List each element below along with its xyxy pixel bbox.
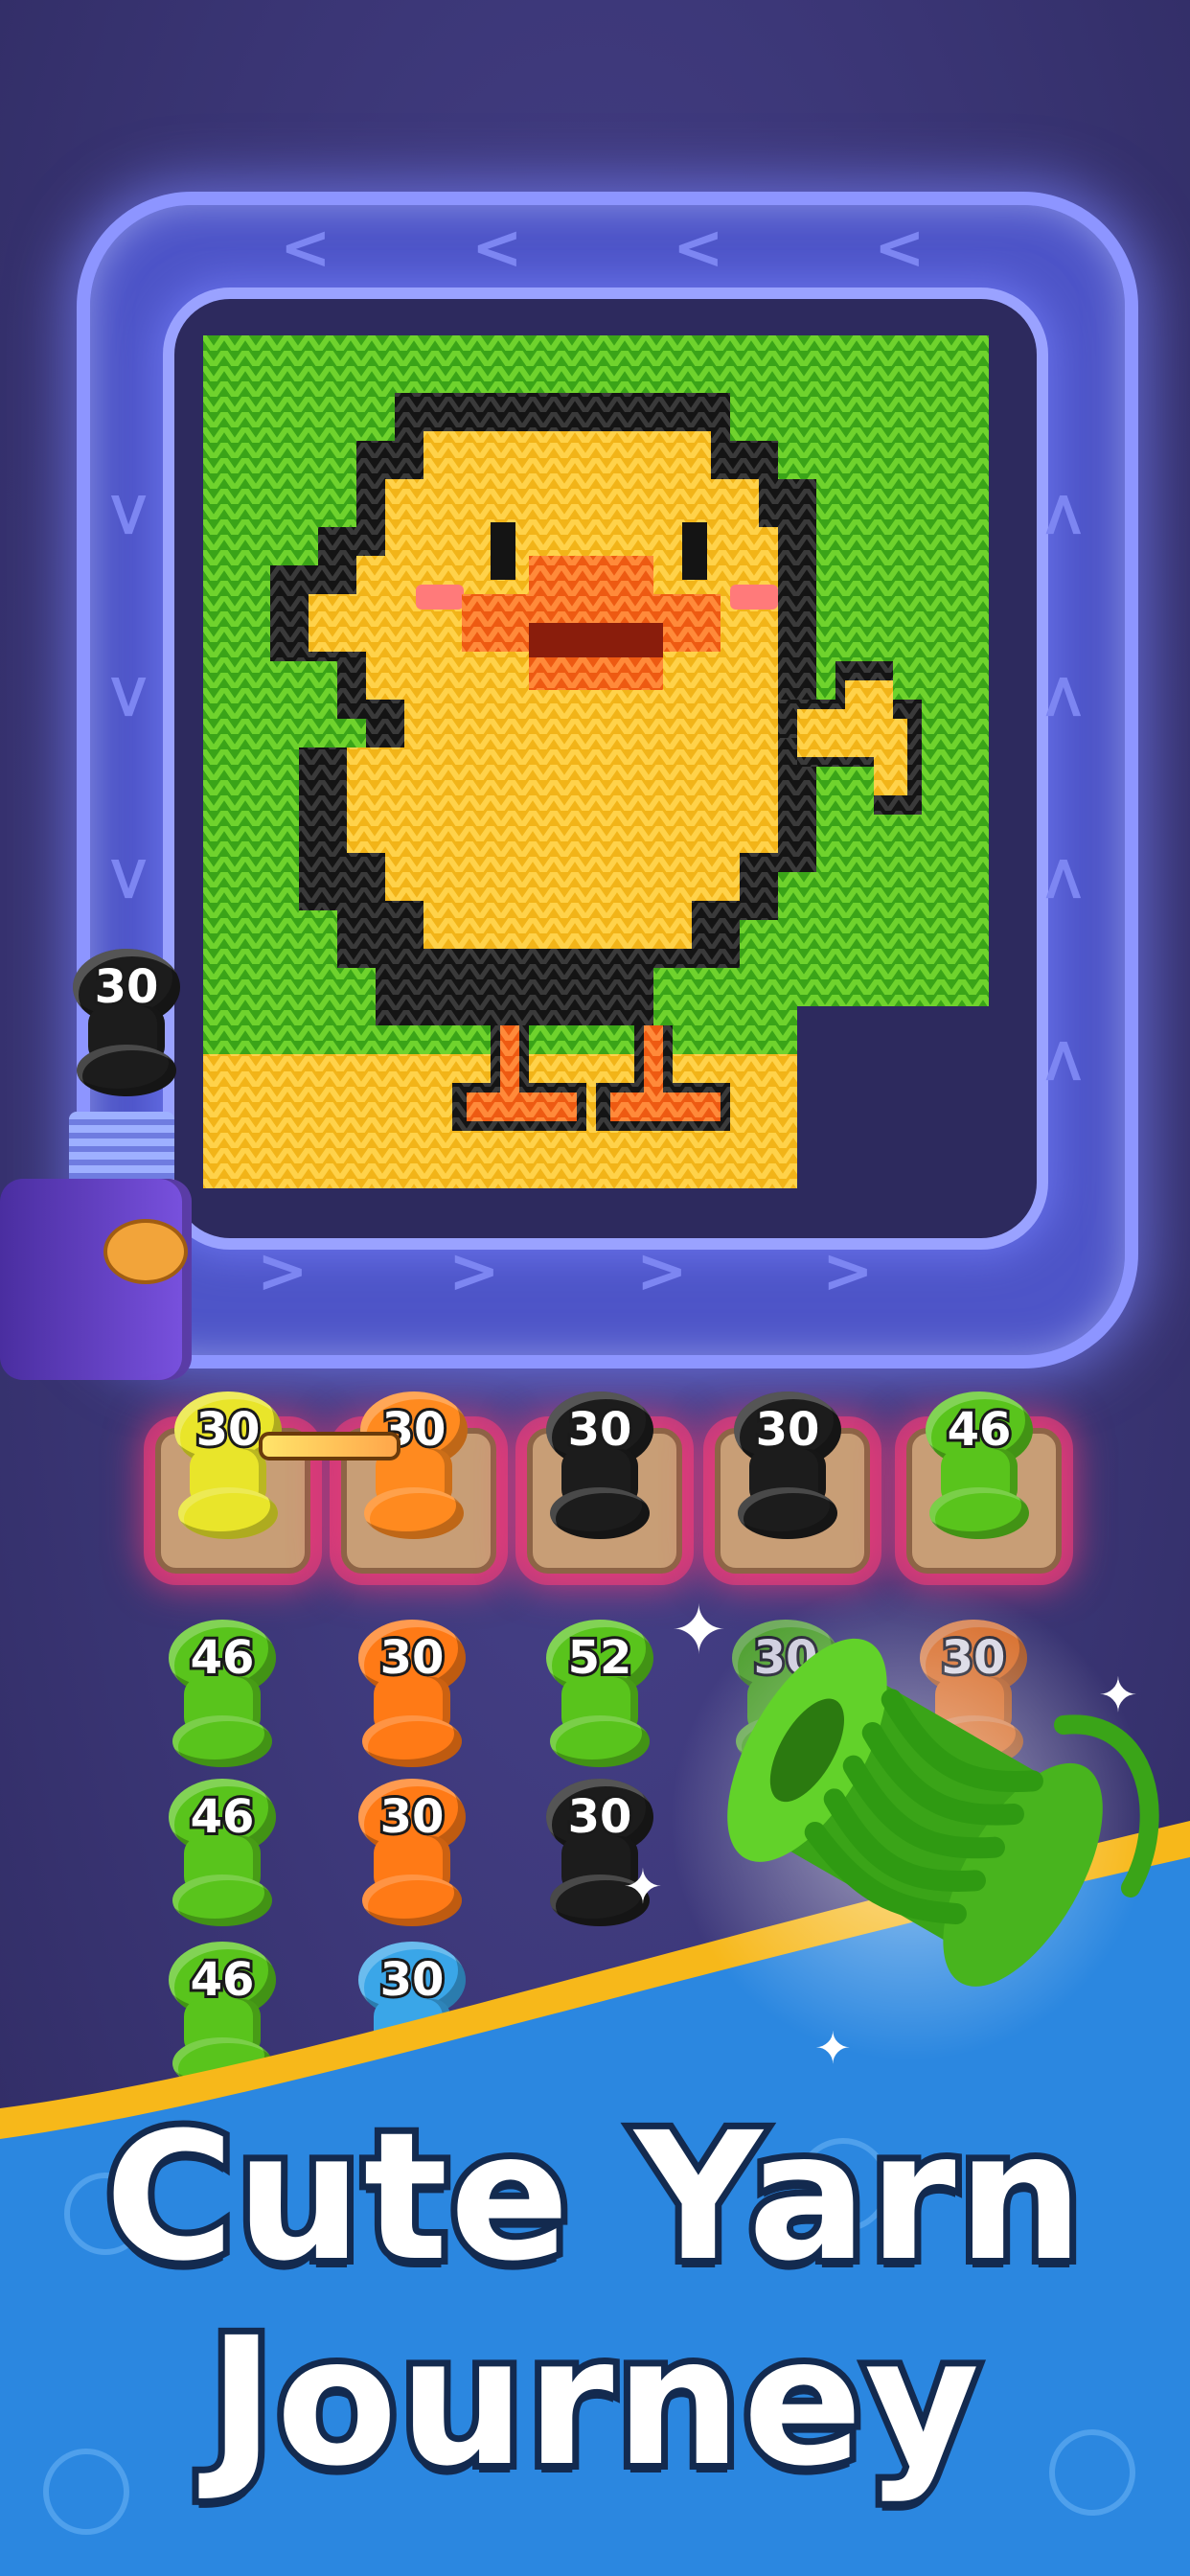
chevron-left-icon: < [471, 213, 523, 284]
duck-right-cheek [730, 585, 778, 610]
spool-count: 52 [565, 1628, 635, 1688]
spool-foot [77, 1045, 176, 1096]
grid-spool[interactable]: 46 [165, 1620, 280, 1773]
spool-foot [178, 1487, 278, 1539]
holder-spool[interactable]: 30 [171, 1392, 286, 1545]
dispenser-wheel-icon [103, 1219, 188, 1284]
chevron-down-icon: > [93, 489, 165, 540]
chevron-up-icon: > [1026, 853, 1098, 905]
holder-spool[interactable]: 30 [356, 1392, 471, 1545]
spool-count: 30 [378, 1628, 447, 1688]
chevron-right-icon: > [822, 1236, 874, 1307]
chevron-up-icon: > [1026, 671, 1098, 723]
spool-foot [738, 1487, 837, 1539]
yarn-link [259, 1432, 400, 1460]
spool-count: 30 [92, 957, 162, 1017]
duck-artwork [203, 335, 989, 1188]
spool-count: 30 [753, 1400, 823, 1460]
unfilled-area [797, 1006, 989, 1188]
spool-foot [550, 1487, 650, 1539]
duck-mouth [529, 623, 663, 657]
holder-spool[interactable]: 30 [730, 1392, 845, 1545]
yarn-spool-icon [671, 1581, 1159, 2060]
duck-left-eye [491, 522, 515, 580]
spool-foot [362, 1715, 462, 1767]
chevron-left-icon: < [673, 213, 724, 284]
holder-spool[interactable]: 46 [922, 1392, 1037, 1545]
chevron-left-icon: < [874, 213, 926, 284]
headline-line-1: Cute Yarn [98, 2088, 1089, 2307]
chevron-left-icon: < [280, 213, 332, 284]
spool-count: 46 [188, 1628, 258, 1688]
knitted-duck-picture [203, 335, 989, 1188]
spool-foot [929, 1487, 1029, 1539]
grid-spool[interactable]: 30 [355, 1620, 469, 1773]
spool-count: 46 [945, 1400, 1015, 1460]
holder-spool[interactable]: 30 [542, 1392, 657, 1545]
chevron-down-icon: > [93, 671, 165, 723]
sparkle-icon: ✦ [623, 1859, 663, 1915]
duck-right-eye [682, 522, 707, 580]
queue-spool[interactable]: 30 [69, 949, 184, 1102]
sparkle-icon: ✦ [814, 2022, 852, 2074]
grid-spool[interactable]: 52 [542, 1620, 657, 1773]
spool-foot [550, 1715, 650, 1767]
chevron-up-icon: > [1026, 1035, 1098, 1087]
chevron-right-icon: > [257, 1236, 309, 1307]
spool-foot [364, 1487, 464, 1539]
chevron-right-icon: > [636, 1236, 688, 1307]
chevron-right-icon: > [448, 1236, 500, 1307]
spool-count: 30 [565, 1400, 635, 1460]
headline-line-2: Journey [202, 2293, 986, 2512]
chevron-up-icon: > [1026, 489, 1098, 540]
sparkle-icon: ✦ [671, 1591, 727, 1669]
chevron-down-icon: > [93, 853, 165, 905]
duck-left-cheek [416, 585, 464, 610]
sparkle-icon: ✦ [1098, 1668, 1138, 1723]
spool-foot [172, 1715, 272, 1767]
